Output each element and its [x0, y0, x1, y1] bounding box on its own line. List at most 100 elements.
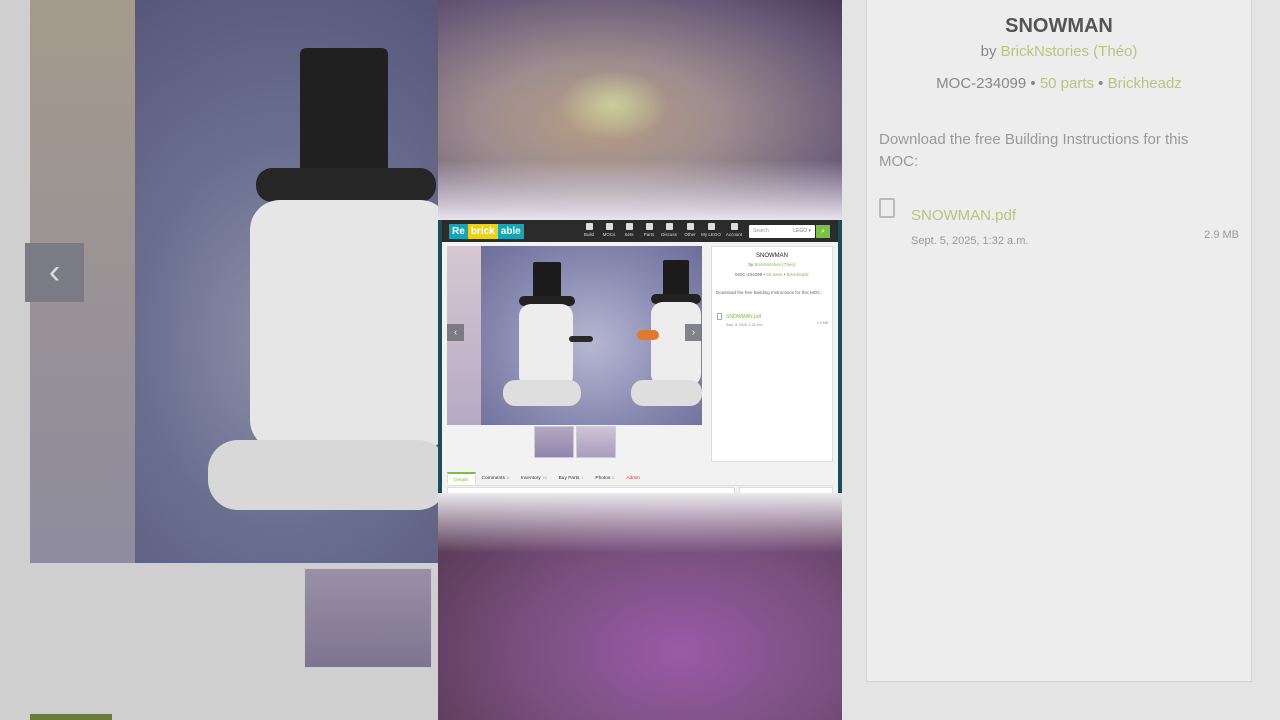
tab-label: Comments [481, 476, 505, 481]
nav-label: MOCs [602, 232, 616, 237]
center-video-strip: Re brick able Build MOCs Sets Parts Disc… [438, 0, 842, 720]
moc-title: SNOWMAN [756, 253, 788, 259]
gallery-thumbnails [534, 426, 616, 458]
tab-label: Buy Parts [558, 476, 580, 481]
tab-label: Details [454, 478, 469, 483]
parts-link[interactable]: 50 parts [766, 272, 782, 277]
moc-info-panel: SNOWMAN by BrickNstories (Théo) MOC-2340… [711, 246, 833, 462]
pdf-file-link[interactable]: SNOWMAN.pdf [726, 314, 761, 320]
background-moc-line: MOC-234099 • 50 parts • Brickheadz [936, 75, 1182, 92]
rebrickable-page-screenshot: Re brick able Build MOCs Sets Parts Disc… [438, 220, 842, 493]
snowman-body [651, 302, 701, 386]
briefcase-icon [707, 223, 715, 230]
details-panel [447, 487, 735, 493]
top-navbar: Re brick able Build MOCs Sets Parts Disc… [442, 220, 838, 242]
background-right-panel: SNOWMAN by BrickNstories (Théo) MOC-2340… [842, 0, 1280, 720]
video-frame: ‹ SNOWMAN by BrickNstories (Théo) MOC-23… [0, 0, 1280, 720]
search-button[interactable]: ⌕ [816, 225, 830, 238]
moc-meta-line: MOC-234099 • 50 parts • Brickheadz [735, 272, 809, 277]
author-link[interactable]: BrickNstories (Théo) [755, 262, 796, 267]
tab-photos[interactable]: Photos 0 [589, 472, 620, 485]
gallery-thumbnail[interactable] [576, 426, 616, 458]
pdf-file-icon [879, 198, 895, 218]
nav-build[interactable]: Build [578, 223, 600, 237]
background-thumbnail [304, 568, 432, 668]
tab-admin[interactable]: Admin [620, 472, 646, 485]
tab-buy-parts[interactable]: Buy Parts 1 [553, 472, 590, 485]
chevron-right-icon[interactable]: › [685, 324, 702, 341]
cube-icon [625, 223, 633, 230]
tab-count: 0 [506, 476, 509, 480]
download-text: Download the free Building Instructions … [716, 290, 822, 295]
tab-label: Admin [626, 476, 640, 481]
logo-part-brick: brick [467, 224, 498, 239]
by-prefix: by [980, 43, 997, 60]
chat-icon [665, 223, 673, 230]
theme-link: Brickheadz [1107, 75, 1182, 92]
gallery-main-image[interactable] [481, 246, 702, 425]
nav-label: Discuss [661, 232, 677, 237]
tab-count: 10 [542, 476, 547, 480]
nav-account[interactable]: Account [723, 223, 745, 237]
tab-count: 0 [612, 476, 615, 480]
nav-label: My LEGO [701, 232, 721, 237]
tab-label: Photos [595, 476, 611, 481]
nav-other[interactable]: Other [679, 223, 701, 237]
background-byline: by BrickNstories (Théo) [867, 43, 1251, 60]
search-scope-select[interactable]: LEGO ▾ [793, 225, 811, 238]
image-gallery: ‹ › [447, 246, 702, 425]
search-placeholder: Search [753, 228, 769, 234]
nav-label: Parts [643, 232, 655, 237]
nav-label: Build [583, 232, 594, 237]
pdf-file-link: SNOWMAN.pdf [911, 207, 1017, 224]
tab-inventory[interactable]: Inventory 10 [515, 472, 553, 485]
nav-my-lego[interactable]: My LEGO [700, 223, 722, 237]
hammer-icon [585, 223, 593, 230]
blurred-top-area [438, 0, 842, 220]
theme-link[interactable]: Brickheadz [787, 272, 809, 277]
file-date: Sept. 5, 2025, 1:32 a.m. [726, 323, 764, 327]
user-icon [730, 223, 738, 230]
chevron-left-icon[interactable]: ‹ [447, 324, 464, 341]
lower-panels [447, 487, 833, 493]
snowman-base [631, 380, 702, 406]
file-size: 2.9 MB [816, 321, 828, 325]
nav-label: Account [725, 232, 743, 237]
chevron-left-icon: ‹ [25, 243, 84, 302]
nav-sets[interactable]: Sets [618, 223, 640, 237]
tab-comments[interactable]: Comments 0 [476, 472, 515, 485]
snowman-arm [569, 336, 593, 342]
blurred-bottom-area [438, 493, 842, 720]
search-input[interactable]: Search LEGO ▾ [749, 225, 815, 238]
document-icon [686, 223, 694, 230]
gallery-thumbnail[interactable] [534, 426, 574, 458]
nav-parts[interactable]: Parts [638, 223, 660, 237]
nav-discuss[interactable]: Discuss [658, 223, 680, 237]
moc-id: MOC-234099 [735, 272, 763, 277]
snowman-base [208, 440, 438, 510]
logo-part-re: Re [449, 224, 468, 239]
background-green-bar [30, 714, 112, 720]
moc-id: MOC-234099 [936, 75, 1027, 92]
snowman-body [250, 200, 438, 450]
detail-tabs: Details Comments 0 Inventory 10 Buy Parts 1… [447, 472, 833, 486]
tab-details[interactable]: Details [447, 472, 476, 485]
rebrickable-logo[interactable]: Re brick able [449, 224, 524, 239]
snowman-nose [637, 330, 659, 340]
file-size: 2.9 MB [1204, 229, 1239, 241]
download-text: Download the free Building Instructions … [879, 131, 1189, 170]
author-link: BrickNstories (Théo) [1000, 43, 1138, 60]
snowman-body [519, 304, 573, 388]
tab-label: Inventory [520, 476, 541, 481]
pdf-file-icon [717, 313, 722, 320]
by-prefix: by [748, 262, 754, 267]
logo-part-able: able [497, 224, 524, 239]
tab-count: 1 [581, 476, 584, 480]
background-info-card: SNOWMAN by BrickNstories (Théo) MOC-2340… [866, 0, 1252, 682]
moc-byline: by BrickNstories (Théo) [712, 262, 832, 267]
nav-label: Sets [624, 232, 634, 237]
nav-mocs[interactable]: MOCs [598, 223, 620, 237]
nav-label: Other [684, 232, 696, 237]
parts-link: 50 parts [1039, 75, 1095, 92]
background-title: SNOWMAN [1005, 15, 1113, 37]
